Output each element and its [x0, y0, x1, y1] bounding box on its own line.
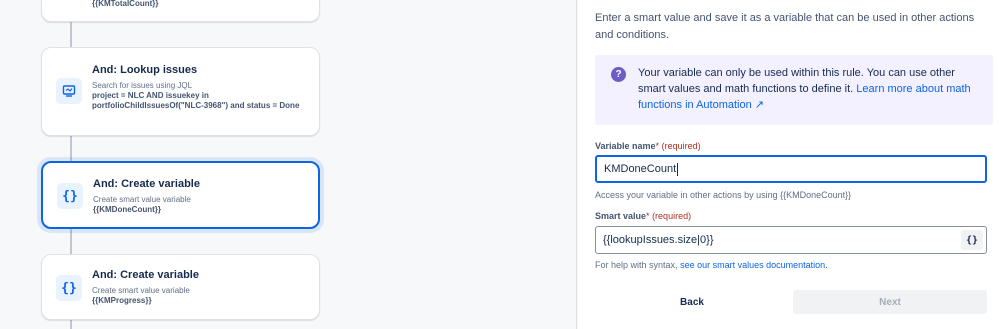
curly-braces-icon: {}	[57, 183, 83, 209]
question-icon: ?	[611, 67, 626, 82]
panel-intro: Enter a smart value and save it as a var…	[595, 12, 975, 41]
card-value: {{KMProgress}}	[92, 296, 152, 305]
smart-values-docs-link[interactable]: see our smart values documentation.	[680, 260, 828, 270]
curly-braces-icon: {}	[56, 275, 82, 301]
insert-smart-value-button[interactable]: {}	[961, 230, 983, 250]
required-indicator: (required)	[652, 211, 692, 221]
card-subtitle: Create smart value variable	[93, 195, 191, 204]
card-title: And: Lookup issues	[92, 64, 198, 76]
next-button[interactable]: Next	[793, 290, 987, 314]
info-banner: ? Your variable can only be used within …	[595, 55, 993, 125]
smart-value-input[interactable]: {{lookupIssues.size|0}} {}	[595, 226, 987, 254]
rule-component-card[interactable]: {} {{KMTotalCount}}	[41, 0, 320, 22]
rule-canvas: {} {{KMTotalCount}} And: Lookup issues S…	[0, 0, 577, 329]
required-indicator: (required)	[661, 141, 701, 151]
back-button[interactable]: Back	[595, 290, 789, 314]
variable-name-input[interactable]: KMDoneCount	[595, 155, 987, 183]
rule-component-lookup-issues[interactable]: And: Lookup issues Search for issues usi…	[41, 47, 320, 136]
card-value: {{KMDoneCount}}	[93, 205, 161, 214]
card-subtitle: Create smart value variable	[92, 286, 190, 295]
lookup-issues-icon	[56, 78, 82, 104]
rule-component-create-variable[interactable]: {} And: Create variable Create smart val…	[41, 254, 320, 320]
variable-name-helper: Access your variable in other actions by…	[595, 190, 852, 200]
card-subtitle: Search for issues using JQL	[92, 81, 193, 90]
card-title: And: Create variable	[93, 178, 200, 190]
rule-component-create-variable-selected[interactable]: {} And: Create variable Create smart val…	[41, 161, 320, 229]
config-panel: Enter a smart value and save it as a var…	[578, 0, 999, 329]
text-caret	[677, 162, 679, 176]
card-value: {{KMTotalCount}}	[92, 0, 159, 8]
smart-value-label: Smart value* (required)	[595, 211, 692, 221]
variable-name-label: Variable name* (required)	[595, 141, 701, 151]
card-value: project = NLC AND issuekey in portfolioC…	[92, 91, 300, 110]
smart-value-helper: For help with syntax, see our smart valu…	[595, 260, 828, 270]
card-title: And: Create variable	[92, 269, 199, 281]
